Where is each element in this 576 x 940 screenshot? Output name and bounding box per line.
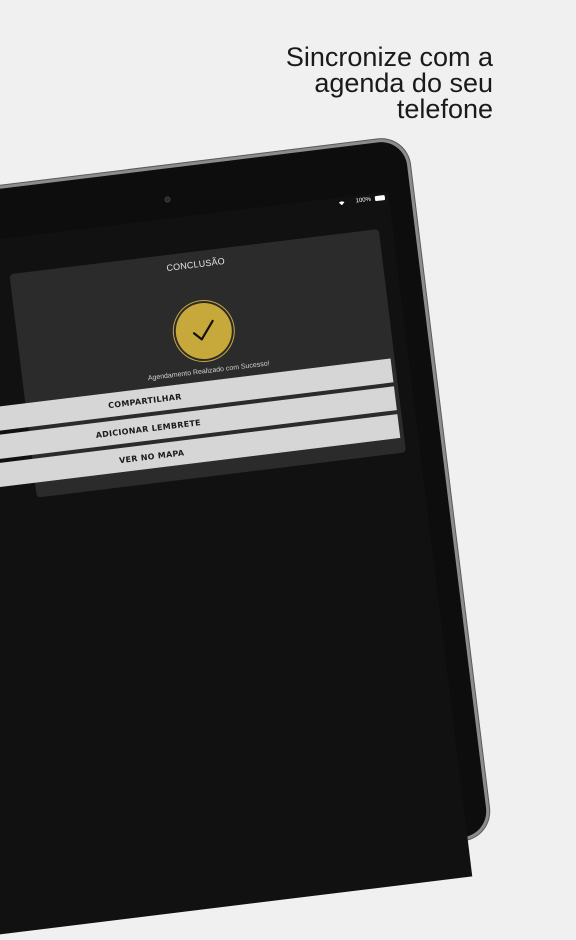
headline-line-3: telefone	[396, 94, 493, 124]
headline-line-2: agenda do seu	[314, 68, 493, 98]
page-title: CONCLUSÃO	[165, 255, 226, 274]
battery-percentage: 100%	[355, 196, 372, 205]
camera-icon	[164, 196, 171, 203]
tablet-bezel: 100% 26 CONCLUSÃO Agendamento Realizado …	[0, 139, 490, 939]
wifi-icon	[338, 201, 345, 206]
checkmark-icon	[192, 319, 214, 341]
battery-icon	[374, 194, 386, 202]
promo-headline: Sincronize com a agenda do seu telefone	[173, 42, 493, 124]
confirmation-card: CONCLUSÃO Agendamento Realizado com Suce…	[0, 228, 407, 499]
tablet-device: 100% 26 CONCLUSÃO Agendamento Realizado …	[0, 139, 490, 939]
headline-line-1: Sincronize com a	[285, 42, 493, 72]
tablet-screen: 100% 26 CONCLUSÃO Agendamento Realizado …	[0, 191, 473, 939]
success-check-icon	[172, 299, 236, 363]
